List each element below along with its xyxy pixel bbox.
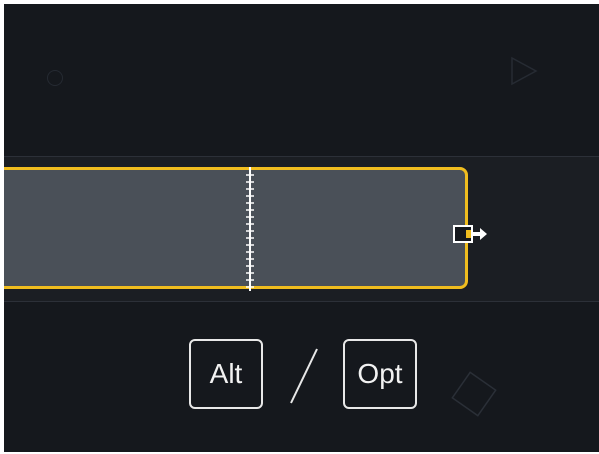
slash-separator bbox=[290, 348, 318, 404]
trim-extend-cursor-icon bbox=[453, 225, 487, 243]
timeline-stage: Alt Opt bbox=[4, 4, 599, 452]
split-marker[interactable] bbox=[242, 167, 262, 291]
opt-key-label: Opt bbox=[357, 358, 403, 389]
opt-key: Opt bbox=[343, 339, 417, 409]
diamond-icon bbox=[451, 371, 497, 417]
selected-clip[interactable] bbox=[4, 167, 468, 289]
play-triangle-icon bbox=[511, 56, 538, 86]
alt-key-label: Alt bbox=[209, 358, 243, 389]
circle-icon bbox=[47, 70, 63, 86]
alt-key: Alt bbox=[189, 339, 263, 409]
